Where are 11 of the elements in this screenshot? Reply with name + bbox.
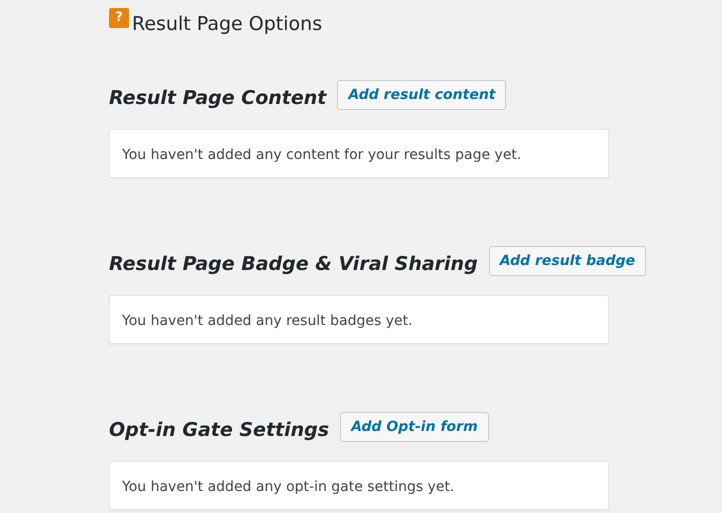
empty-message: You haven't added any content for your results page yet. [122, 147, 522, 163]
section-heading: Result Page Content [109, 87, 326, 109]
section-heading: Result Page Badge & Viral Sharing [109, 253, 478, 275]
empty-message: You haven't added any result badges yet. [122, 313, 413, 329]
section-heading: Opt-in Gate Settings [109, 419, 330, 441]
add-button[interactable]: Add result content [337, 80, 506, 110]
add-button[interactable]: Add result badge [488, 246, 646, 276]
help-icon: ? [109, 8, 129, 28]
empty-message: You haven't added any opt-in gate settings yet. [122, 479, 454, 495]
page-title: Result Page Options [132, 13, 322, 35]
add-button[interactable]: Add Opt-in form [340, 412, 489, 442]
